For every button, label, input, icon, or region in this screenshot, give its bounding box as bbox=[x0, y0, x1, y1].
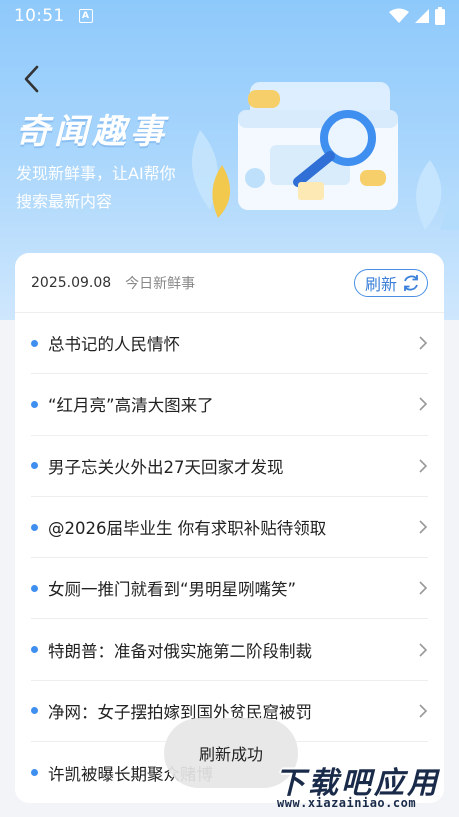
list-item[interactable]: “红月亮”高清大图来了 bbox=[31, 374, 428, 436]
item-title: 总书记的人民情怀 bbox=[48, 335, 180, 355]
list-item[interactable]: 女厕一推门就看到“男明星咧嘴笑” bbox=[31, 558, 428, 620]
bullet-dot bbox=[31, 339, 38, 347]
wifi-icon bbox=[389, 8, 409, 23]
refresh-icon bbox=[404, 274, 418, 291]
date-label: 2025.09.08 bbox=[31, 274, 112, 291]
status-bar: 10:51 A bbox=[0, 0, 459, 32]
refresh-button[interactable]: 刷新 bbox=[353, 268, 428, 297]
item-title: @2026届毕业生 你有求职补贴待领取 bbox=[48, 519, 327, 539]
bullet-dot bbox=[31, 523, 38, 531]
list-item[interactable]: @2026届毕业生 你有求职补贴待领取 bbox=[31, 497, 428, 559]
list-item[interactable]: 总书记的人民情怀 bbox=[31, 313, 428, 375]
chevron-right-icon bbox=[419, 336, 428, 350]
watermark-url: www.xiazainiao.com bbox=[277, 796, 417, 810]
item-title: 男子忘关火外出27天回家才发现 bbox=[48, 457, 284, 477]
list-item[interactable]: 男子忘关火外出27天回家才发现 bbox=[31, 436, 428, 497]
bullet-dot bbox=[31, 707, 38, 715]
chevron-right-icon bbox=[419, 643, 428, 657]
watermark-logo: 下载吧应用 www.xiazainiao.com bbox=[275, 758, 455, 814]
chevron-right-icon bbox=[419, 520, 428, 534]
chevron-right-icon bbox=[419, 581, 428, 595]
page-subtitle: 发现新鲜事，让AI帮你搜索最新内容 bbox=[16, 164, 176, 211]
item-title: “红月亮”高清大图来了 bbox=[48, 396, 214, 416]
status-time: 10:51 bbox=[14, 6, 65, 26]
chevron-right-icon bbox=[419, 704, 428, 718]
signal-icon bbox=[415, 9, 429, 23]
bullet-dot bbox=[31, 769, 38, 777]
item-title: 特朗普：准备对俄实施第二阶段制裁 bbox=[48, 641, 312, 661]
chevron-left-icon bbox=[24, 65, 39, 93]
chevron-right-icon bbox=[419, 397, 428, 412]
search-illustration bbox=[192, 82, 459, 230]
page-title: 奇闻趣事 bbox=[16, 112, 168, 152]
today-label: 今日新鲜事 bbox=[125, 275, 196, 292]
refresh-label: 刷新 bbox=[364, 274, 397, 294]
chevron-right-icon bbox=[419, 459, 428, 473]
status-icons bbox=[389, 7, 445, 25]
list-item[interactable]: 特朗普：准备对俄实施第二阶段制裁 bbox=[31, 619, 428, 681]
bullet-dot bbox=[31, 584, 38, 592]
item-title: 女厕一推门就看到“男明星咧嘴笑” bbox=[48, 580, 297, 600]
bullet-dot bbox=[31, 462, 38, 470]
bullet-dot bbox=[31, 646, 38, 654]
bullet-dot bbox=[31, 400, 38, 408]
card-header: 2025.09.08 今日新鲜事 刷新 bbox=[15, 253, 444, 313]
back-button[interactable] bbox=[14, 62, 48, 96]
a-icon: A bbox=[78, 9, 93, 23]
battery-icon bbox=[435, 7, 445, 25]
